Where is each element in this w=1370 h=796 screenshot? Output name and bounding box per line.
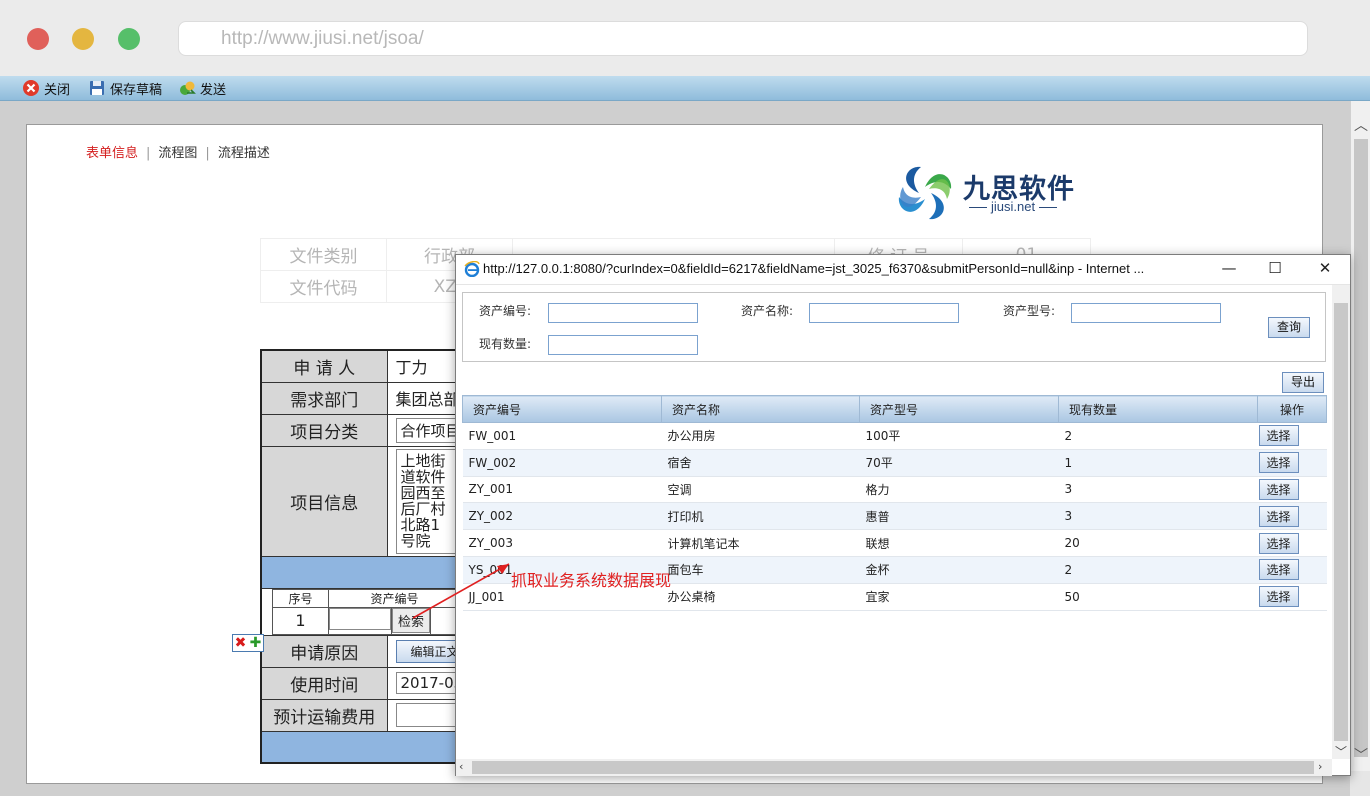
asset-no-label: 资产编号:: [479, 304, 532, 318]
asset-no-search-input[interactable]: [548, 303, 698, 323]
browser-chrome: http://www.jiusi.net/jsoa/: [0, 0, 1370, 76]
address-bar[interactable]: http://www.jiusi.net/jsoa/: [178, 21, 1308, 56]
usage-time-label: 使用时间: [260, 666, 388, 700]
scroll-down-icon[interactable]: ﹀: [1354, 745, 1368, 765]
export-button[interactable]: 导出: [1282, 372, 1324, 393]
window-minimize-dot[interactable]: [72, 28, 94, 50]
project-info-label: 项目信息: [260, 445, 388, 557]
select-button[interactable]: 选择: [1258, 586, 1299, 608]
category-label: 项目分类: [260, 413, 388, 447]
ie-icon: [464, 261, 480, 277]
tab-form-info[interactable]: 表单信息: [86, 146, 138, 161]
send-button[interactable]: 发送: [178, 78, 226, 98]
popup-scrollbar[interactable]: ﹀: [1332, 285, 1350, 759]
select-button[interactable]: 选择: [1258, 425, 1299, 447]
asset-model-search-input[interactable]: [1071, 303, 1221, 323]
window-zoom-dot[interactable]: [118, 28, 140, 50]
tab-flowchart[interactable]: 流程图: [158, 146, 197, 161]
quantity-search-input[interactable]: [548, 335, 698, 355]
delete-row-icon[interactable]: ✖: [235, 635, 247, 651]
department-label: 需求部门: [260, 381, 388, 415]
send-icon: [178, 79, 196, 97]
app-toolbar: 关闭 保存草稿 发送: [0, 76, 1370, 101]
save-draft-button[interactable]: 保存草稿: [88, 78, 162, 98]
company-logo: 九思软件 jiusi.net: [893, 161, 1093, 225]
doc-code-label: 文件代码: [260, 270, 387, 303]
annotation-arrow: [412, 563, 510, 619]
minimize-icon[interactable]: —: [1216, 259, 1242, 279]
select-button[interactable]: 选择: [1258, 505, 1299, 527]
window-close-icon[interactable]: ✕: [1312, 259, 1338, 279]
save-icon: [88, 79, 106, 97]
quantity-label: 现有数量:: [479, 337, 532, 351]
table-row: ZY_002 打印机 惠普 3 选择: [462, 502, 1327, 531]
send-label: 发送: [200, 82, 227, 98]
col-asset-no: 资产编号: [462, 395, 662, 423]
maximize-icon[interactable]: ☐: [1262, 259, 1288, 279]
select-button[interactable]: 选择: [1258, 532, 1299, 554]
table-row: FW_002 宿舍 70平 1 选择: [462, 449, 1327, 477]
table-row: FW_001 办公用房 100平 2 选择: [462, 422, 1327, 450]
add-row-icon[interactable]: ✚: [250, 635, 262, 651]
logo-mark-icon: [898, 166, 952, 220]
col-quantity: 现有数量: [1058, 395, 1258, 423]
close-label: 关闭: [44, 82, 71, 98]
asset-name-search-input[interactable]: [809, 303, 959, 323]
select-button[interactable]: 选择: [1258, 452, 1299, 474]
scroll-thumb[interactable]: [1354, 139, 1368, 757]
select-button[interactable]: 选择: [1258, 478, 1299, 500]
scroll-left-icon[interactable]: ‹: [459, 760, 463, 773]
reason-label: 申请原因: [260, 634, 388, 668]
form-tabs: 表单信息 | 流程图 | 流程描述: [86, 146, 270, 161]
search-panel: 资产编号: 资产名称: 资产型号: 现有数量: 查询: [462, 292, 1326, 362]
popup-hscrollbar[interactable]: ‹ ›: [456, 759, 1332, 776]
table-row: ZY_003 计算机笔记本 联想 20 选择: [462, 529, 1327, 557]
logo-domain: jiusi.net: [965, 199, 1061, 214]
popup-titlebar: http://127.0.0.1:8080/?curIndex=0&fieldI…: [456, 255, 1350, 285]
subtable-row-no: 1: [272, 606, 329, 635]
table-row: ZY_001 空调 格力 3 选择: [462, 476, 1327, 504]
applicant-label: 申 请 人: [260, 349, 388, 383]
popup-scroll-thumb[interactable]: [1334, 303, 1348, 741]
asset-no-input[interactable]: [329, 607, 391, 630]
row-controls: ✖ ✚: [232, 634, 264, 652]
popup-scroll-down-icon[interactable]: ﹀: [1335, 743, 1347, 760]
save-label: 保存草稿: [110, 82, 163, 98]
address-text: http://www.jiusi.net/jsoa/: [221, 28, 424, 49]
page-scrollbar[interactable]: ︿ ﹀: [1350, 101, 1370, 771]
asset-picker-window: http://127.0.0.1:8080/?curIndex=0&fieldI…: [455, 254, 1351, 776]
query-button[interactable]: 查询: [1268, 317, 1310, 338]
scroll-right-icon[interactable]: ›: [1318, 760, 1322, 773]
scroll-up-icon[interactable]: ︿: [1354, 115, 1368, 135]
doc-category-label: 文件类别: [260, 238, 387, 271]
close-button[interactable]: 关闭: [22, 78, 70, 98]
col-asset-name: 资产名称: [661, 395, 860, 423]
window-close-dot[interactable]: [27, 28, 49, 50]
tab-flow-description[interactable]: 流程描述: [218, 146, 270, 161]
popup-hscroll-thumb[interactable]: [472, 761, 1314, 774]
popup-title: http://127.0.0.1:8080/?curIndex=0&fieldI…: [483, 261, 1145, 276]
asset-name-label: 资产名称:: [741, 304, 794, 318]
transport-cost-label: 预计运输费用: [260, 698, 388, 732]
asset-model-label: 资产型号:: [1003, 304, 1056, 318]
col-asset-model: 资产型号: [859, 395, 1059, 423]
project-info-textarea[interactable]: 上地街道软件园西至后厂村北路1号院: [395, 448, 456, 554]
subtable-header-no: 序号: [272, 588, 329, 608]
col-action: 操作: [1257, 395, 1327, 423]
close-icon: [22, 79, 40, 97]
annotation-text: 抓取业务系统数据展现: [511, 571, 672, 590]
select-button[interactable]: 选择: [1258, 559, 1299, 581]
